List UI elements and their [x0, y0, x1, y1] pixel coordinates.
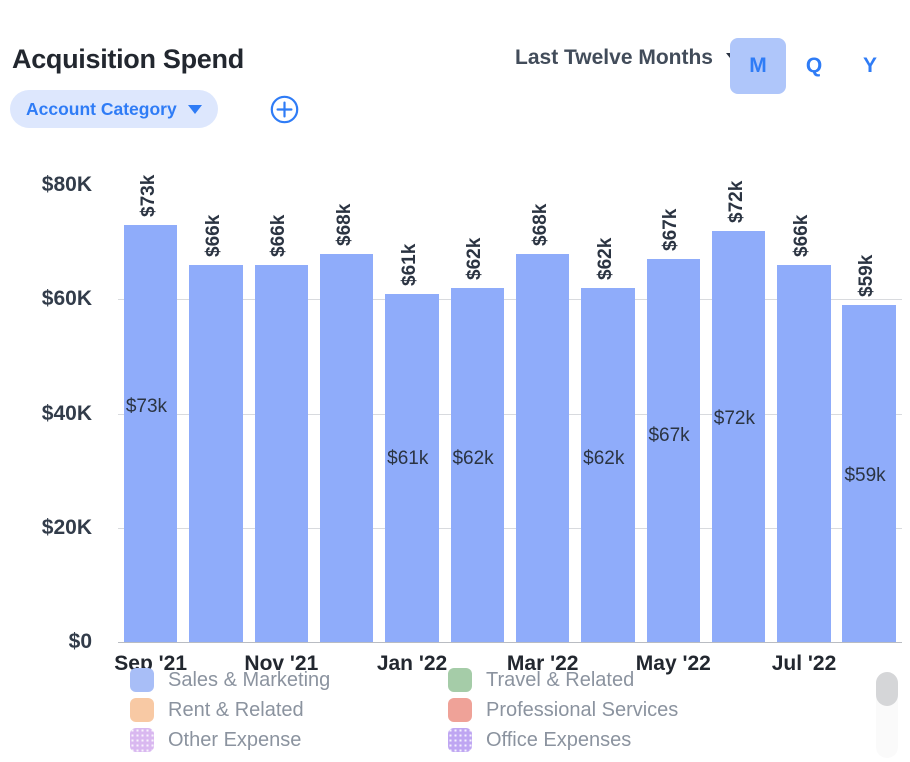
bar-value-label: $59k [856, 254, 878, 297]
bar-slot: $62k $62k [445, 185, 510, 642]
granularity-button-q[interactable]: Q [786, 38, 842, 94]
bar[interactable] [189, 264, 243, 642]
bar-value-label: $68k [333, 203, 355, 246]
bar-slot: $66k [771, 185, 836, 642]
legend-item[interactable]: Sales & Marketing [130, 668, 330, 692]
y-axis-tick-label: $60K [41, 287, 92, 311]
chart-header: Acquisition Spend Account Category Last … [0, 0, 910, 140]
legend-swatch [130, 728, 154, 752]
x-axis-line [118, 642, 902, 643]
legend-swatch [448, 698, 472, 722]
bar[interactable] [254, 264, 309, 642]
bar[interactable] [319, 253, 374, 642]
bar-inner-value-label: $62k [452, 447, 494, 469]
bar[interactable] [123, 225, 178, 642]
legend-swatch [130, 698, 154, 722]
chevron-down-icon [187, 104, 202, 114]
chart-canvas: $73k $73k $66k $66k $68k $61k $61k $62k $62k $68k… [0, 140, 910, 675]
bar-value-label: $68k [529, 203, 551, 246]
plus-circle-icon [270, 95, 299, 124]
bar-slot: $68k [314, 185, 379, 642]
bar-slot: $72k $72k [706, 180, 771, 642]
date-range-select[interactable]: Last Twelve Months [515, 46, 742, 70]
legend-label: Office Expenses [486, 728, 632, 751]
bar-value-label: $72k [725, 180, 747, 223]
bar-series: $73k $73k $66k $66k $68k $61k $61k $62k $62k $68k… [118, 175, 902, 642]
legend-item[interactable]: Rent & Related [130, 698, 304, 722]
y-axis-tick-label: $0 [68, 630, 92, 653]
legend-swatch [130, 668, 154, 692]
bar-value-label: $66k [202, 214, 224, 257]
legend-label: Travel & Related [486, 668, 635, 691]
granularity-button-y[interactable]: Y [842, 38, 898, 94]
legend-label: Rent & Related [168, 698, 304, 721]
bar-value-label: $66k [268, 214, 290, 257]
bar-value-label: $61k [398, 243, 420, 286]
legend-item[interactable]: Travel & Related [448, 668, 634, 692]
bar[interactable] [777, 264, 831, 642]
chart-legend: Sales & Marketing Travel & Related Rent & … [0, 668, 910, 762]
granularity-toggle: MQY [730, 38, 898, 94]
legend-scrollbar[interactable] [876, 672, 898, 758]
y-axis-tick-label: $80K [41, 173, 92, 196]
bar-slot: $61k $61k [379, 185, 444, 642]
bar-value-label: $66k [790, 214, 812, 257]
legend-swatch [448, 668, 472, 692]
bar-inner-value-label: $61k [387, 447, 429, 469]
y-axis-tick-label: $40K [41, 401, 92, 425]
legend-item[interactable]: Other Expense [130, 728, 301, 752]
bar-slot: $73k $73k [118, 175, 183, 642]
legend-swatch [448, 728, 472, 752]
legend-label: Professional Services [486, 698, 679, 721]
bar-slot: $68k [510, 185, 575, 642]
bar-slot: $66k [249, 185, 314, 642]
granularity-button-m[interactable]: M [730, 38, 786, 94]
bar-inner-value-label: $59k [844, 464, 886, 486]
legend-label: Sales & Marketing [168, 668, 331, 691]
bar-value-label: $73k [137, 174, 159, 217]
page-title: Acquisition Spend [12, 44, 244, 74]
bar-slot: $59k $59k [837, 185, 902, 642]
bar[interactable] [711, 230, 766, 642]
legend-label: Other Expense [168, 728, 302, 751]
date-range-label: Last Twelve Months [515, 46, 713, 69]
bar-inner-value-label: $73k [125, 396, 168, 418]
legend-item[interactable]: Professional Services [448, 698, 678, 722]
plot-area: $73k $73k $66k $66k $68k $61k $61k $62k $62k $68k… [118, 175, 902, 643]
bar[interactable] [646, 259, 701, 642]
legend-scrollbar-thumb[interactable] [876, 672, 898, 706]
bar-inner-value-label: $62k [583, 447, 625, 469]
bar-value-label: $62k [594, 237, 616, 280]
bar-slot: $62k $62k [575, 185, 640, 642]
bar-inner-value-label: $72k [713, 407, 755, 429]
legend-item[interactable]: Office Expenses [448, 728, 631, 752]
filter-chip-label: Account Category [26, 98, 177, 119]
bar-value-label: $67k [660, 208, 682, 252]
bar-slot: $67k $67k [641, 185, 706, 642]
bar-value-label: $62k [464, 237, 486, 280]
y-axis-tick-label: $20K [41, 515, 92, 539]
filter-chip-account-category[interactable]: Account Category [10, 90, 218, 128]
add-filter-button[interactable] [270, 95, 299, 124]
bar[interactable] [515, 253, 570, 642]
bar-slot: $66k [183, 185, 248, 642]
bar-inner-value-label: $67k [648, 424, 690, 446]
